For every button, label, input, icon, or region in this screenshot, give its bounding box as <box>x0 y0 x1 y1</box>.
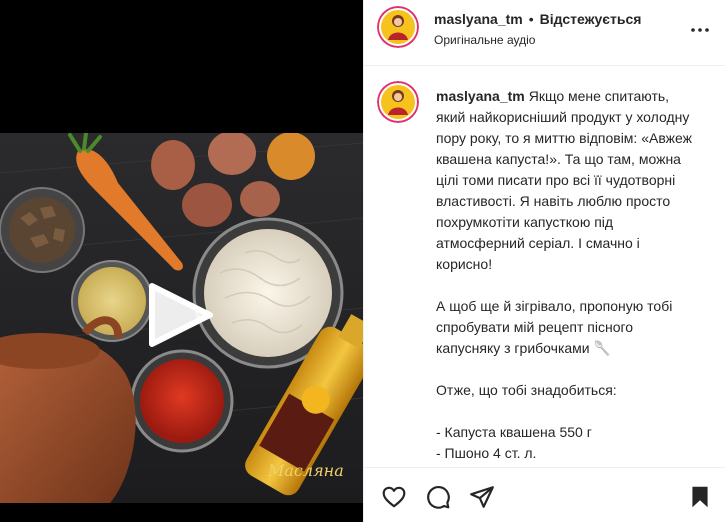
avatar[interactable] <box>377 6 419 48</box>
action-bar <box>364 467 725 522</box>
caption-text: maslyana_tm Якщо мене спитають, який найк… <box>436 86 698 464</box>
caption-paragraph-1: Якщо мене спитають, який найкорисніший п… <box>436 88 692 272</box>
bookmark-icon[interactable] <box>687 484 713 510</box>
post-header: maslyana_tm • Відстежується Оригінальне ау… <box>364 0 725 66</box>
audio-label[interactable]: Оригінальне аудіо <box>434 33 535 47</box>
follow-status-button[interactable]: Відстежується <box>540 11 642 27</box>
caption-paragraph-3: Отже, що тобі знадобиться: <box>436 382 617 398</box>
separator-dot: • <box>528 11 534 27</box>
caption-avatar[interactable] <box>377 81 419 123</box>
comment-icon[interactable] <box>425 484 451 510</box>
username-link[interactable]: maslyana_tm <box>434 11 523 27</box>
ingredient-item: - Капуста квашена 550 г <box>436 424 592 440</box>
caption-username[interactable]: maslyana_tm <box>436 88 525 104</box>
post-side-panel: maslyana_tm • Відстежується Оригінальне ау… <box>363 0 725 522</box>
brand-label: Масляна <box>267 461 344 480</box>
play-icon[interactable] <box>146 280 216 350</box>
share-icon[interactable] <box>469 484 495 510</box>
caption-paragraph-2: А щоб ще й зігрівало, пропоную тобі спро… <box>436 298 673 356</box>
heart-icon[interactable] <box>381 484 407 510</box>
caption: maslyana_tm Якщо мене спитають, який найк… <box>364 67 725 467</box>
post-media[interactable]: Масляна <box>0 0 363 522</box>
ingredient-item: - Пшоно 4 ст. л. <box>436 445 537 461</box>
more-icon[interactable] <box>688 18 712 42</box>
